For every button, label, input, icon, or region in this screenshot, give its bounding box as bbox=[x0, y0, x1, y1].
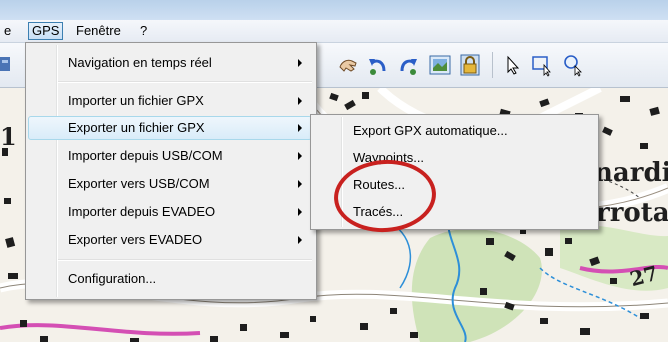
menu-item-label: Navigation en temps réel bbox=[68, 55, 212, 70]
window-title-bar bbox=[0, 0, 668, 20]
menu-separator bbox=[58, 81, 312, 83]
menu-item-importer-fichier-gpx[interactable]: Importer un fichier GPX bbox=[28, 89, 312, 113]
menu-item-configuration[interactable]: Configuration... bbox=[28, 267, 312, 291]
submenu-arrow-icon bbox=[298, 152, 302, 160]
pointer-icon[interactable] bbox=[500, 53, 524, 77]
submenu-arrow-icon bbox=[298, 124, 302, 132]
menu-item-exporter-fichier-gpx[interactable]: Exporter un fichier GPX bbox=[28, 116, 312, 140]
menu-item-label: Exporter un fichier GPX bbox=[68, 120, 205, 135]
menu-partial-item[interactable]: e bbox=[0, 23, 15, 39]
submenu-arrow-icon bbox=[298, 180, 302, 188]
gps-menu: Navigation en temps réel Importer un fic… bbox=[25, 42, 317, 300]
menu-item-export-gpx-automatique[interactable]: Export GPX automatique... bbox=[313, 119, 594, 143]
menu-item-label: Importer depuis USB/COM bbox=[68, 148, 223, 163]
submenu-arrow-icon bbox=[298, 208, 302, 216]
map-label: nardil bbox=[594, 158, 668, 188]
menu-item-label: Importer depuis EVADEO bbox=[68, 204, 216, 219]
map-view-icon[interactable] bbox=[428, 53, 452, 77]
menu-separator bbox=[58, 259, 312, 261]
menu-item-importer-usb-com[interactable]: Importer depuis USB/COM bbox=[28, 144, 312, 168]
submenu-arrow-icon bbox=[298, 97, 302, 105]
toolbar-separator bbox=[492, 52, 493, 78]
menu-gps[interactable]: GPS bbox=[28, 22, 64, 40]
redo-icon[interactable] bbox=[396, 53, 420, 77]
map-label: rrota, bbox=[596, 198, 668, 228]
menu-item-label: Exporter vers USB/COM bbox=[68, 176, 210, 191]
submenu-arrow-icon bbox=[298, 59, 302, 67]
submenu-arrow-icon bbox=[298, 236, 302, 244]
menu-bar: e GPS Fenêtre ? bbox=[0, 20, 668, 43]
menu-item-label: Export GPX automatique... bbox=[353, 123, 508, 138]
menu-item-label: Exporter vers EVADEO bbox=[68, 232, 203, 247]
menu-item-exporter-usb-com[interactable]: Exporter vers USB/COM bbox=[28, 172, 312, 196]
menu-item-importer-evadeo[interactable]: Importer depuis EVADEO bbox=[28, 200, 312, 224]
menu-item-label: Importer un fichier GPX bbox=[68, 93, 204, 108]
zoom-icon[interactable] bbox=[562, 53, 586, 77]
tool-partial-icon[interactable] bbox=[0, 53, 24, 77]
select-rect-icon[interactable] bbox=[530, 53, 554, 77]
menu-help[interactable]: ? bbox=[136, 23, 151, 39]
lock-icon[interactable] bbox=[458, 53, 482, 77]
menu-item-exporter-evadeo[interactable]: Exporter vers EVADEO bbox=[28, 228, 312, 252]
menu-item-label: Configuration... bbox=[68, 271, 157, 286]
menu-item-navigation-temps-reel[interactable]: Navigation en temps réel bbox=[28, 51, 312, 75]
undo-icon[interactable] bbox=[366, 53, 390, 77]
hand-icon[interactable] bbox=[336, 53, 360, 77]
map-label: 1 bbox=[0, 122, 17, 151]
menu-fenetre[interactable]: Fenêtre bbox=[72, 23, 125, 39]
